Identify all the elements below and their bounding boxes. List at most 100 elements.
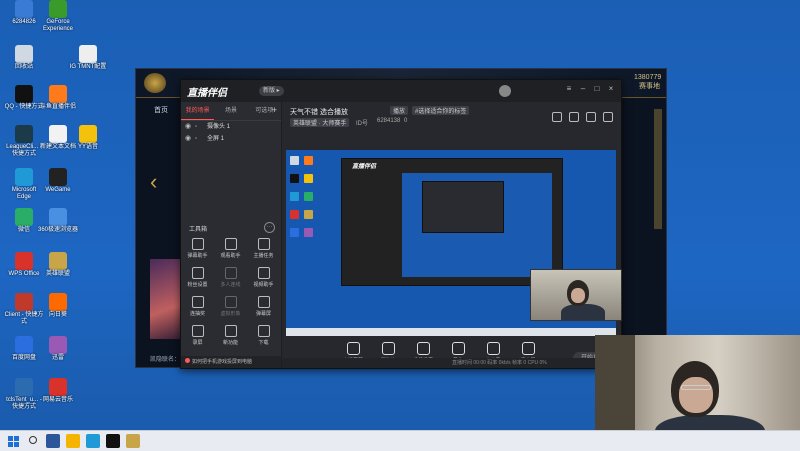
shortcut-label: YY语音 <box>77 144 98 150</box>
desktop-shortcut[interactable]: 英雄联盟 <box>38 252 78 278</box>
tool-icon <box>257 325 270 337</box>
room-title[interactable]: 天气不错 选合播放 <box>290 107 348 117</box>
desktop-shortcut[interactable]: 360极速浏览器 <box>38 208 78 234</box>
scene-tabs: 我的场景 场景 可选项 <box>181 102 281 121</box>
scene-item[interactable]: ◉ ▫ 摄像头 1 <box>181 121 281 133</box>
lock-icon[interactable]: ▫ <box>195 133 197 145</box>
eye-icon[interactable]: ◉ <box>185 133 191 145</box>
toolbox-item[interactable]: 连抽奖 <box>181 296 214 317</box>
room-game[interactable]: 英雄联盟 · 大师赛手 <box>290 118 350 127</box>
app-icon <box>49 336 67 354</box>
app-icon <box>15 252 33 270</box>
toolbox-item[interactable]: 录屏 <box>181 325 214 346</box>
app-icon[interactable] <box>106 434 120 448</box>
app-icon <box>49 293 67 311</box>
menu-icon[interactable]: ≡ <box>565 85 573 93</box>
game-nav-home[interactable]: 首页 <box>154 105 168 115</box>
control-icon <box>486 342 500 355</box>
game-scrollbar[interactable] <box>654 109 662 229</box>
add-scene-icon[interactable]: + <box>272 105 277 115</box>
file-explorer-icon[interactable] <box>66 434 80 448</box>
tool-label: 虚拟形象 <box>220 311 241 317</box>
tool-icon <box>257 238 270 250</box>
desktop-shortcut[interactable]: 回收站 <box>4 45 44 71</box>
toolbox-item[interactable]: 弹幕助手 <box>181 238 214 259</box>
app-icon <box>15 0 33 18</box>
toolbox-item[interactable]: 主播任务 <box>247 238 280 259</box>
tool-label: 主播任务 <box>253 253 274 259</box>
tool-icon <box>224 267 237 279</box>
toolbox-item[interactable]: 虚拟形象 <box>214 296 247 317</box>
scene-item[interactable]: ◉ ▫ 全屏 1 <box>181 133 281 145</box>
desktop-shortcut[interactable]: WeGame <box>38 168 78 194</box>
version-badge[interactable]: 新版 ▸ <box>259 86 284 96</box>
league-icon[interactable] <box>126 434 140 448</box>
tab-scenes[interactable]: 场景 <box>214 102 247 120</box>
sidebar: 我的场景 场景 可选项 + ◉ ▫ 摄像头 1 ◉ ▫ 全屏 1 工具箱 ···… <box>181 102 282 368</box>
preview-app-icon <box>290 192 299 201</box>
app-icon <box>79 125 97 143</box>
edge-icon[interactable] <box>86 434 100 448</box>
toolbox-item[interactable]: 下载 <box>247 325 280 346</box>
tool-label: 粉丝设置 <box>187 282 208 288</box>
toolbox-item[interactable]: 新功能 <box>214 325 247 346</box>
notice-text: 如何把手机游戏投屏到电脑 <box>192 359 253 365</box>
tab-my-scenes[interactable]: 我的场景 <box>181 102 215 120</box>
start-button[interactable] <box>6 434 20 448</box>
room-tag[interactable]: #选择适合你的标签 <box>412 106 470 115</box>
preview-app-icon <box>304 210 313 219</box>
tool-label: 连抽奖 <box>189 311 205 317</box>
lock-icon[interactable] <box>586 112 596 122</box>
desktop-shortcut[interactable]: 迅雷 <box>38 336 78 362</box>
toolbox-grid: 弹幕助手 观看助手 主播任务粉丝设置 多人连线 视频助手连抽奖 虚拟形象 弹幕屏录屏 新功能 下… <box>181 238 281 346</box>
main-panel: 天气不错 选合播放 播放 #选择适合你的标签 英雄联盟 · 大师赛手 ID号 6… <box>282 102 621 368</box>
avatar[interactable] <box>499 85 511 97</box>
app-icon <box>15 336 33 354</box>
tool-label: 弹幕屏 <box>255 311 271 317</box>
room-id-label: ID号 <box>356 121 369 127</box>
person-face <box>571 288 585 303</box>
desktop-shortcut[interactable]: IG TMNT配置 <box>68 45 108 71</box>
game-right-label[interactable]: 赛事地 <box>639 81 660 91</box>
toolbox-item[interactable]: 弹幕屏 <box>247 296 280 317</box>
search-icon[interactable] <box>26 434 40 448</box>
streaming-app-window[interactable]: 直播伴侣 新版 ▸ ≡ – □ × 我的场景 场景 可选项 + ◉ ▫ 摄像头 … <box>180 79 622 369</box>
app-icon <box>49 168 67 186</box>
desktop-shortcut[interactable]: 斗鱼直播伴侣 <box>38 85 78 111</box>
app-logo: 直播伴侣 <box>187 88 227 99</box>
person-face <box>679 377 713 413</box>
preview-app-icon <box>290 210 299 219</box>
toolbox-item[interactable]: 观看助手 <box>214 238 247 259</box>
desktop-shortcut[interactable]: YY语音 <box>68 125 108 151</box>
desktop-shortcut[interactable]: GeForce Experience <box>38 0 78 33</box>
toolbox-item[interactable]: 粉丝设置 <box>181 267 214 288</box>
status-line: 直播时间 00:00 码率 0kb/s 帧率 0 CPU 0% <box>282 358 621 368</box>
calendar-icon[interactable] <box>569 112 579 122</box>
minimize-icon[interactable]: – <box>579 85 587 93</box>
maximize-icon[interactable]: □ <box>593 85 601 93</box>
notice-bar[interactable]: 如何把手机游戏投屏到电脑 <box>181 356 281 368</box>
scene-label: 全屏 1 <box>207 136 225 142</box>
shortcut-label: 网易云音乐 <box>42 397 73 403</box>
preview-app-icon <box>304 192 313 201</box>
close-icon[interactable]: × <box>607 85 615 93</box>
desktop-shortcut[interactable]: 向日葵 <box>38 293 78 319</box>
lock-icon[interactable]: ▫ <box>195 121 197 133</box>
control-icon <box>416 342 430 355</box>
toolbox-item[interactable]: 视频助手 <box>247 267 280 288</box>
gift-icon[interactable] <box>552 112 562 122</box>
app-icon <box>15 85 33 103</box>
desktop-shortcut[interactable]: 网易云音乐 <box>38 378 78 404</box>
chevron-left-icon[interactable]: ‹ <box>150 169 157 195</box>
eye-icon[interactable]: ◉ <box>185 121 191 133</box>
room-category[interactable]: 播放 <box>390 106 409 115</box>
preview-app-icon <box>290 174 299 183</box>
tool-icon <box>257 267 270 279</box>
webcam-preview-small <box>530 269 622 321</box>
share-icon[interactable] <box>603 112 613 122</box>
more-icon[interactable]: ··· <box>264 222 275 233</box>
task-view-icon[interactable] <box>46 434 60 448</box>
toolbox-item[interactable]: 多人连线 <box>214 267 247 288</box>
person-body <box>561 304 605 320</box>
scene-label: 摄像头 1 <box>207 124 231 130</box>
